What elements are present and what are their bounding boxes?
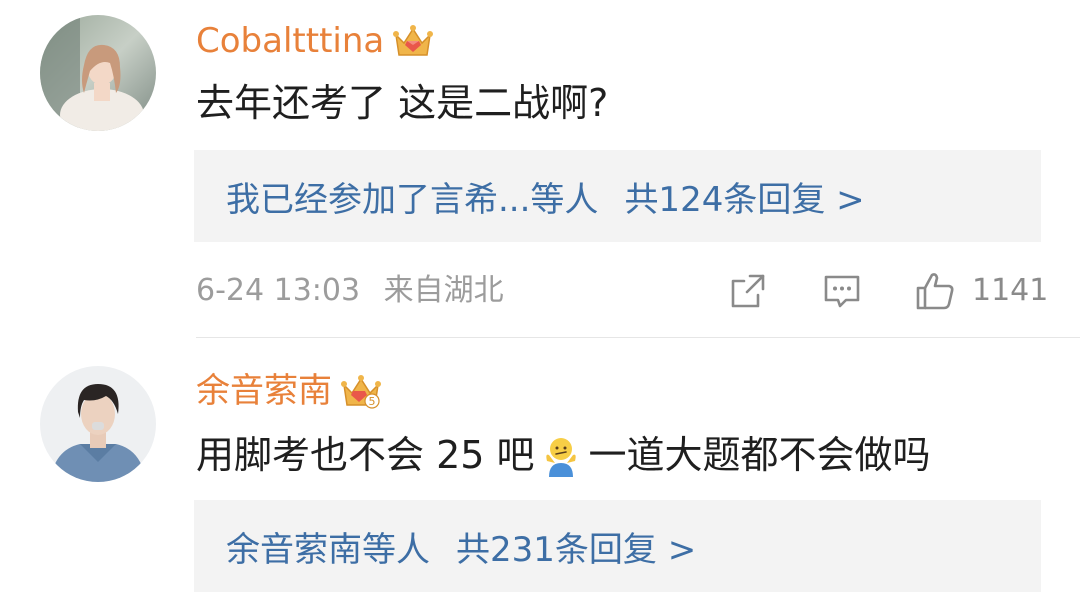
comment-body-part-1: 用脚考也不会 25 吧 xyxy=(196,433,535,477)
username-row: Cobaltttina xyxy=(196,15,434,67)
username-row: 余音萦南 5 xyxy=(196,365,382,417)
like-count: 1141 xyxy=(972,273,1049,308)
thumbs-up-icon xyxy=(916,273,954,310)
avatar-image xyxy=(40,366,156,482)
replies-summary[interactable]: 我已经参加了言希...等人 共124条回复 > xyxy=(194,150,1041,242)
username[interactable]: 余音萦南 xyxy=(196,365,332,417)
replies-count-link[interactable]: 共124条回复 > xyxy=(624,172,864,221)
comment-item: 余音萦南 5 用脚考也不会 25 吧 一道大题都不会做吗 余音萦南等人 共231… xyxy=(0,339,1080,601)
username[interactable]: Cobaltttina xyxy=(196,15,384,67)
comment-meta: 6-24 13:03 来自湖北 1141 xyxy=(196,266,1048,316)
comment-text: 去年还考了 这是二战啊? xyxy=(196,76,608,130)
share-icon xyxy=(731,274,765,308)
crown-vip-5-icon: 5 xyxy=(341,375,381,409)
comment-location: 来自湖北 xyxy=(383,273,504,308)
crown-vip-icon xyxy=(393,25,434,56)
replies-names[interactable]: 余音萦南等人 xyxy=(226,522,430,571)
comment-text: 用脚考也不会 25 吧 一道大题都不会做吗 xyxy=(196,428,931,482)
comment-item: Cobaltttina 去年还考了 这是二战啊? 我已经参加了言希...等人 共… xyxy=(0,0,1080,338)
share-button[interactable] xyxy=(728,270,768,312)
divider xyxy=(196,337,1080,338)
avatar-image xyxy=(40,15,156,131)
avatar[interactable] xyxy=(40,15,156,131)
person-shrugging-emoji xyxy=(545,438,576,477)
reply-button[interactable] xyxy=(822,270,862,312)
comment-date: 6-24 13:03 xyxy=(196,273,361,308)
comment-timestamp-location: 6-24 13:03 来自湖北 xyxy=(196,266,504,316)
comment-bubble-icon xyxy=(824,275,860,308)
replies-summary[interactable]: 余音萦南等人 共231条回复 > xyxy=(194,500,1041,592)
replies-count-link[interactable]: 共231条回复 > xyxy=(456,522,696,571)
svg-text:5: 5 xyxy=(369,395,376,408)
avatar[interactable] xyxy=(40,366,156,482)
comment-list: Cobaltttina 去年还考了 这是二战啊? 我已经参加了言希...等人 共… xyxy=(0,0,1080,601)
like-button[interactable]: 1141 xyxy=(914,270,1048,312)
comment-body-part-2: 一道大题都不会做吗 xyxy=(588,433,931,477)
comment-body: 去年还考了 这是二战啊? xyxy=(196,81,609,125)
replies-names[interactable]: 我已经参加了言希...等人 xyxy=(226,172,598,221)
